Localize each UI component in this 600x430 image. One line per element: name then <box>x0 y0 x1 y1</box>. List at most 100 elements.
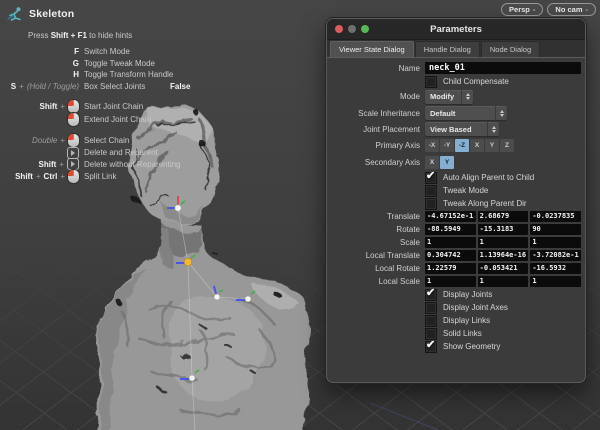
hint-row: G Toggle Tweak Mode <box>72 58 156 68</box>
auto-align-checkbox[interactable]: ✔ <box>425 169 437 184</box>
primary-axis-option[interactable]: Z <box>500 139 514 152</box>
checkbox-row: ✔ Solid Links <box>331 327 581 340</box>
name-input[interactable]: neck_01 <box>425 62 581 74</box>
checkbox-row: ✔ Tweak Mode <box>331 184 581 197</box>
local-translate-y-field[interactable]: 1.13964e-16 <box>477 250 529 261</box>
local-rotate-z-field[interactable]: -16.5932 <box>530 263 582 274</box>
local-translate-row: Local Translate 0.304742 1.13964e-16 -3.… <box>331 249 582 262</box>
translate-x-field[interactable]: -4.67152e-1 <box>425 211 476 222</box>
local-rotate-row: Local Rotate 1.22579 -0.053421 -16.5932 <box>331 262 582 275</box>
tool-title: Skeleton <box>29 7 75 20</box>
checkbox-row: ✔ Display Links <box>331 314 581 327</box>
tab-handle-dialog[interactable]: Handle Dialog <box>414 41 480 57</box>
secondary-axis-row: Secondary Axis X Y <box>331 154 581 171</box>
scale-row: Scale 1 1 1 <box>331 236 582 249</box>
hint-row: H Toggle Transform Handle <box>73 70 174 80</box>
name-label: Name <box>398 63 420 73</box>
checkbox-row: ✔ Tweak Along Parent Dir <box>331 197 581 210</box>
check-icon: ✔ <box>426 338 436 351</box>
skeleton-tool-icon <box>7 7 21 21</box>
show-geometry-checkbox[interactable]: ✔ <box>425 338 437 353</box>
checkbox-row: ✔ Show Geometry <box>425 338 501 353</box>
tweak-along-parent-checkbox[interactable]: ✔ <box>425 197 437 210</box>
lmb-icon <box>68 113 79 126</box>
primary-axis-option[interactable]: -Z <box>455 139 469 152</box>
primary-axis-group: -X -Y -Z X Y Z <box>425 139 514 152</box>
local-scale-z-field[interactable]: 1 <box>530 276 582 287</box>
hint-row: Delete and Reparent <box>6 146 181 159</box>
local-translate-z-field[interactable]: -3.72082e-1 <box>530 250 582 261</box>
child-compensate-label: Child Compensate <box>443 77 509 86</box>
persp-camera-button[interactable]: Persp - <box>501 3 544 16</box>
primary-axis-label: Primary Axis <box>375 141 420 150</box>
joint-placement-row: Joint Placement View Based <box>331 121 581 137</box>
scale-x-field[interactable]: 1 <box>425 237 476 248</box>
translate-row: Translate -4.67152e-1 2.68679 -0.0237835 <box>331 210 582 223</box>
name-row: Name neck_01 <box>331 61 581 75</box>
tab-node-dialog[interactable]: Node Dialog <box>480 41 541 57</box>
rotate-y-field[interactable]: -15.3183 <box>477 224 529 235</box>
primary-axis-option[interactable]: -Y <box>440 139 454 152</box>
primary-axis-option[interactable]: -X <box>425 139 439 152</box>
translate-z-field[interactable]: -0.0237835 <box>530 211 582 222</box>
parameters-window: Parameters Viewer State Dialog Handle Di… <box>326 18 586 383</box>
hint-row: Double + Select Chain <box>31 134 130 147</box>
secondary-axis-option[interactable]: X <box>425 156 439 169</box>
joint-placement-dropdown[interactable]: View Based <box>425 122 499 136</box>
hide-hints-line: Press Shift + F1 to hide hints <box>28 31 133 40</box>
stepper-icon <box>495 106 507 120</box>
check-icon: ✔ <box>426 169 436 182</box>
mode-dropdown[interactable]: Modify <box>425 89 473 104</box>
lmb-icon <box>68 100 79 113</box>
primary-axis-option[interactable]: Y <box>485 139 499 152</box>
mmb-icon <box>67 158 79 171</box>
display-joint-axes-checkbox[interactable]: ✔ <box>425 301 437 314</box>
display-links-checkbox[interactable]: ✔ <box>425 314 437 327</box>
close-button[interactable] <box>335 25 343 33</box>
camera-controls: Persp - No cam - <box>501 3 596 16</box>
child-compensate-row: ✔ Child Compensate <box>331 75 581 88</box>
zoom-button[interactable] <box>361 25 369 33</box>
minimize-button[interactable] <box>348 25 356 33</box>
stepper-icon <box>487 122 499 136</box>
primary-axis-option[interactable]: X <box>470 139 484 152</box>
no-cam-button[interactable]: No cam - <box>547 3 596 16</box>
rotate-x-field[interactable]: -88.5949 <box>425 224 476 235</box>
checkbox-row: ✔ Display Joints <box>425 286 493 301</box>
local-translate-x-field[interactable]: 0.304742 <box>425 250 476 261</box>
scale-inheritance-row: Scale Inheritance Default <box>331 105 581 121</box>
scale-inheritance-label: Scale Inheritance <box>358 108 420 118</box>
tool-hints-overlay: Skeleton Press Shift + F1 to hide hints … <box>6 4 191 183</box>
tab-viewer-state-dialog[interactable]: Viewer State Dialog <box>330 41 414 57</box>
child-compensate-checkbox[interactable]: ✔ <box>425 75 437 88</box>
rotate-row: Rotate -88.5949 -15.3183 90 <box>331 223 582 236</box>
hint-row: Shift + Start Joint Chain <box>39 100 144 113</box>
lmb-icon <box>68 170 79 183</box>
local-scale-row: Local Scale 1 1 1 <box>331 275 582 288</box>
mmb-icon <box>67 146 79 159</box>
display-joints-checkbox[interactable]: ✔ <box>425 286 437 301</box>
hint-row-box-select: S + (Hold / Toggle) Box Select Joints Fa… <box>10 81 191 91</box>
lmb-icon <box>68 134 79 147</box>
local-rotate-x-field[interactable]: 1.22579 <box>425 263 476 274</box>
scale-z-field[interactable]: 1 <box>530 237 582 248</box>
box-select-value: False <box>170 81 191 91</box>
translate-y-field[interactable]: 2.68679 <box>477 211 529 222</box>
scale-y-field[interactable]: 1 <box>477 237 529 248</box>
viewport[interactable]: Persp - No cam - Skeleton Press Shift + … <box>0 0 600 430</box>
dialog-tabbar: Viewer State Dialog Handle Dialog Node D… <box>327 40 585 58</box>
local-scale-y-field[interactable]: 1 <box>477 276 529 287</box>
hint-row: Extend Joint Chain <box>6 113 181 126</box>
tweak-mode-checkbox[interactable]: ✔ <box>425 184 437 197</box>
local-rotate-y-field[interactable]: -0.053421 <box>477 263 529 274</box>
secondary-axis-option[interactable]: Y <box>440 156 454 169</box>
secondary-axis-group: X Y <box>425 156 454 169</box>
hint-row: Shift + Delete without Reparenting <box>38 158 181 171</box>
primary-axis-row: Primary Axis -X -Y -Z X Y Z <box>331 137 581 154</box>
rotate-z-field[interactable]: 90 <box>530 224 582 235</box>
window-titlebar[interactable]: Parameters <box>327 19 585 40</box>
hint-row: F Switch Mode <box>74 47 130 57</box>
scale-inheritance-dropdown[interactable]: Default <box>425 106 507 120</box>
check-icon: ✔ <box>426 286 436 299</box>
hint-row: Shift + Ctrl + Split Link <box>15 170 117 183</box>
